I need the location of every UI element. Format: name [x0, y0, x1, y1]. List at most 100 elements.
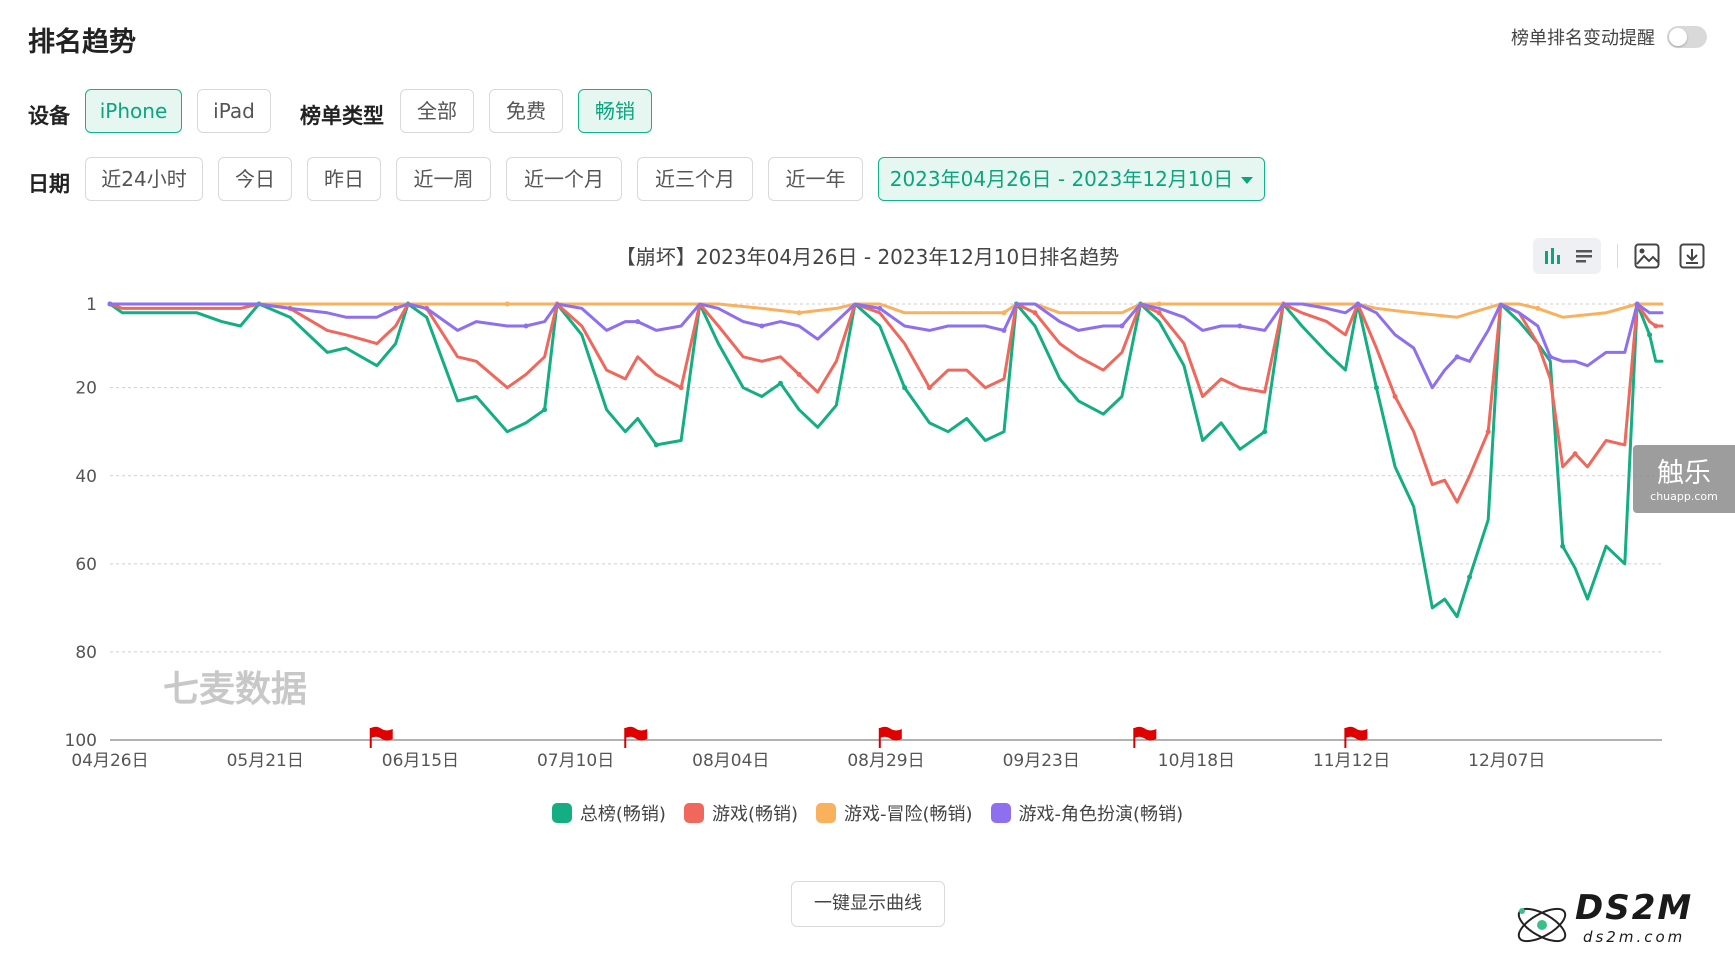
- data-point: [1634, 301, 1640, 307]
- legend-swatch: [683, 803, 704, 823]
- page-title: 排名趋势: [28, 27, 136, 58]
- data-point: [1262, 429, 1268, 435]
- download-icon[interactable]: [1676, 240, 1708, 272]
- data-point: [523, 323, 529, 329]
- ds2m-watermark-title: DS2M: [1575, 888, 1694, 928]
- toggle-knob: [1669, 28, 1687, 46]
- data-point: [777, 380, 783, 386]
- legend-swatch: [551, 803, 572, 823]
- chuapp-watermark-url: chuapp.com: [1650, 490, 1718, 503]
- data-point: [542, 407, 548, 413]
- series-line-1: [108, 302, 1664, 504]
- y-tick-label: 80: [75, 643, 97, 663]
- device-ipad-button[interactable]: iPad: [197, 89, 271, 133]
- data-point: [1032, 310, 1038, 316]
- data-point: [796, 371, 802, 377]
- data-point: [1156, 310, 1162, 316]
- legend-swatch: [816, 803, 836, 823]
- data-point: [877, 305, 883, 311]
- legend-label: 游戏-冒险(畅销): [844, 804, 973, 825]
- ds2m-watermark: DS2M ds2m.com: [1575, 888, 1693, 946]
- data-point: [1001, 310, 1007, 316]
- data-point: [1392, 393, 1398, 399]
- data-point: [1485, 429, 1491, 435]
- show-all-curves-button[interactable]: 一键显示曲线: [791, 881, 945, 927]
- y-tick-label: 20: [75, 379, 97, 399]
- data-point: [107, 301, 113, 307]
- legend-item[interactable]: 总榜(畅销): [551, 800, 666, 826]
- chart-title: 【崩坏】2023年04月26日 - 2023年12月10日排名趋势: [615, 245, 1120, 269]
- x-tick-label: 08月29日: [847, 751, 924, 771]
- x-tick-label: 08月04日: [692, 751, 769, 771]
- data-point: [1653, 323, 1659, 329]
- image-export-icon[interactable]: [1631, 240, 1663, 272]
- event-flag-icon: [624, 726, 648, 748]
- ds2m-logo-icon: [1517, 907, 1567, 943]
- data-point: [1572, 451, 1578, 457]
- flag-cloth: [1345, 726, 1368, 741]
- data-point: [1119, 323, 1125, 329]
- data-point: [1647, 332, 1653, 338]
- data-point: [1454, 354, 1460, 360]
- chart-type-free-button[interactable]: 免费: [489, 89, 563, 133]
- device-label: 设备: [28, 104, 70, 128]
- chuapp-watermark-title: 触乐: [1657, 458, 1711, 489]
- x-tick-label: 05月21日: [227, 751, 304, 771]
- toolbar-divider: [1617, 244, 1618, 268]
- y-tick-label: 100: [65, 731, 97, 751]
- date-range-picker[interactable]: 2023年04月26日 - 2023年12月10日: [878, 157, 1265, 201]
- x-tick-label: 09月23日: [1003, 751, 1080, 771]
- data-point: [1156, 301, 1162, 307]
- data-point: [1547, 354, 1553, 360]
- legend-item[interactable]: 游戏-角色扮演(畅销): [990, 800, 1184, 826]
- data-point: [504, 301, 510, 307]
- date-year-button[interactable]: 近一年: [768, 157, 863, 201]
- event-flag-icon: [369, 726, 393, 748]
- rank-alert-label: 榜单排名变动提醒: [1511, 28, 1655, 49]
- device-iphone-button[interactable]: iPhone: [85, 89, 182, 133]
- series-line-0: [108, 302, 1664, 619]
- data-point: [926, 385, 932, 391]
- data-point: [1001, 327, 1007, 333]
- y-tick-label: 1: [86, 295, 97, 315]
- data-point: [759, 323, 765, 329]
- legend-label: 总榜(畅销): [579, 804, 666, 825]
- data-point: [1560, 543, 1566, 549]
- y-tick-label: 60: [75, 555, 97, 575]
- chuapp-watermark: 触乐 chuapp.com: [1633, 445, 1735, 513]
- legend-item[interactable]: 游戏-冒险(畅销): [816, 800, 973, 826]
- x-tick-label: 06月15日: [382, 751, 459, 771]
- chart-type-all-button[interactable]: 全部: [400, 89, 474, 133]
- data-point: [1535, 305, 1541, 311]
- date-24h-button[interactable]: 近24小时: [85, 157, 203, 201]
- legend-label: 游戏(畅销): [711, 804, 798, 825]
- legend-label: 游戏-角色扮演(畅销): [1018, 804, 1184, 825]
- ds2m-watermark-url: ds2m.com: [1582, 928, 1686, 946]
- chevron-down-icon: [1241, 177, 1254, 184]
- flag-cloth: [1134, 726, 1157, 741]
- chart-type-label: 榜单类型: [300, 104, 384, 128]
- event-flag-icon: [878, 726, 902, 748]
- x-tick-label: 11月12日: [1313, 751, 1390, 771]
- legend-item[interactable]: 游戏(畅销): [683, 800, 798, 826]
- date-yesterday-button[interactable]: 昨日: [307, 157, 381, 201]
- legend-swatch: [990, 803, 1011, 823]
- data-point: [796, 310, 802, 316]
- series-line-3: [108, 302, 1664, 390]
- date-range-value: 2023年04月26日 - 2023年12月10日: [889, 167, 1234, 191]
- rank-alert-toggle[interactable]: [1667, 26, 1707, 48]
- flag-cloth: [625, 726, 648, 741]
- date-today-button[interactable]: 今日: [218, 157, 292, 201]
- data-point: [1355, 301, 1361, 307]
- bar-chart-icon[interactable]: [1537, 240, 1569, 272]
- x-tick-label: 07月10日: [537, 751, 614, 771]
- date-month-button[interactable]: 近一个月: [506, 157, 622, 201]
- x-tick-label: 10月18日: [1158, 751, 1235, 771]
- date-week-button[interactable]: 近一周: [396, 157, 491, 201]
- flag-cloth: [370, 726, 393, 741]
- rank-alert-control: 榜单排名变动提醒: [1511, 24, 1707, 50]
- list-icon[interactable]: [1568, 240, 1600, 272]
- date-three-months-button[interactable]: 近三个月: [637, 157, 753, 201]
- date-label: 日期: [28, 172, 70, 196]
- chart-type-grossing-button[interactable]: 畅销: [578, 89, 652, 133]
